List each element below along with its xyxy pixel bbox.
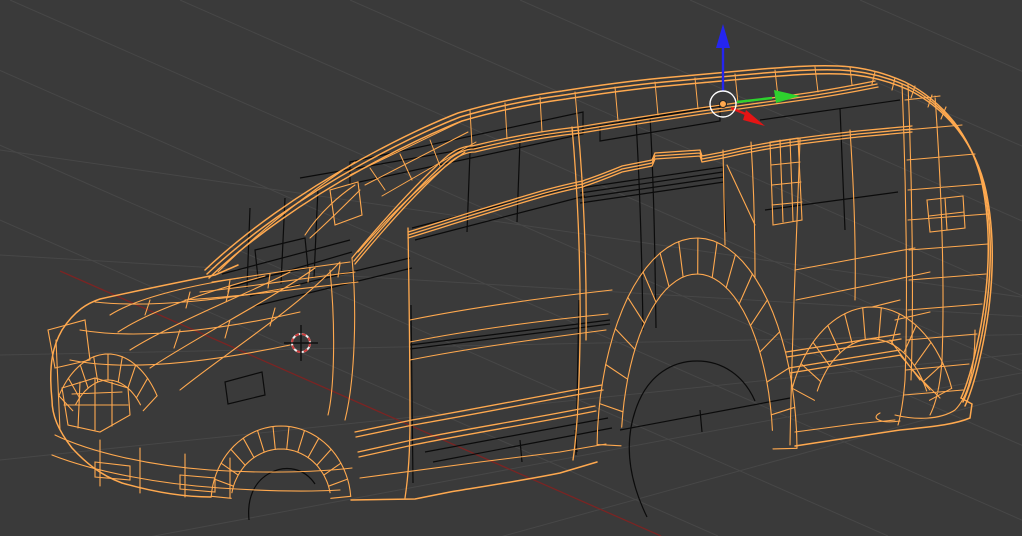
viewport-3d[interactable] (0, 0, 1022, 536)
viewport-background (0, 0, 1022, 536)
gizmo-center-dot[interactable] (719, 100, 727, 108)
